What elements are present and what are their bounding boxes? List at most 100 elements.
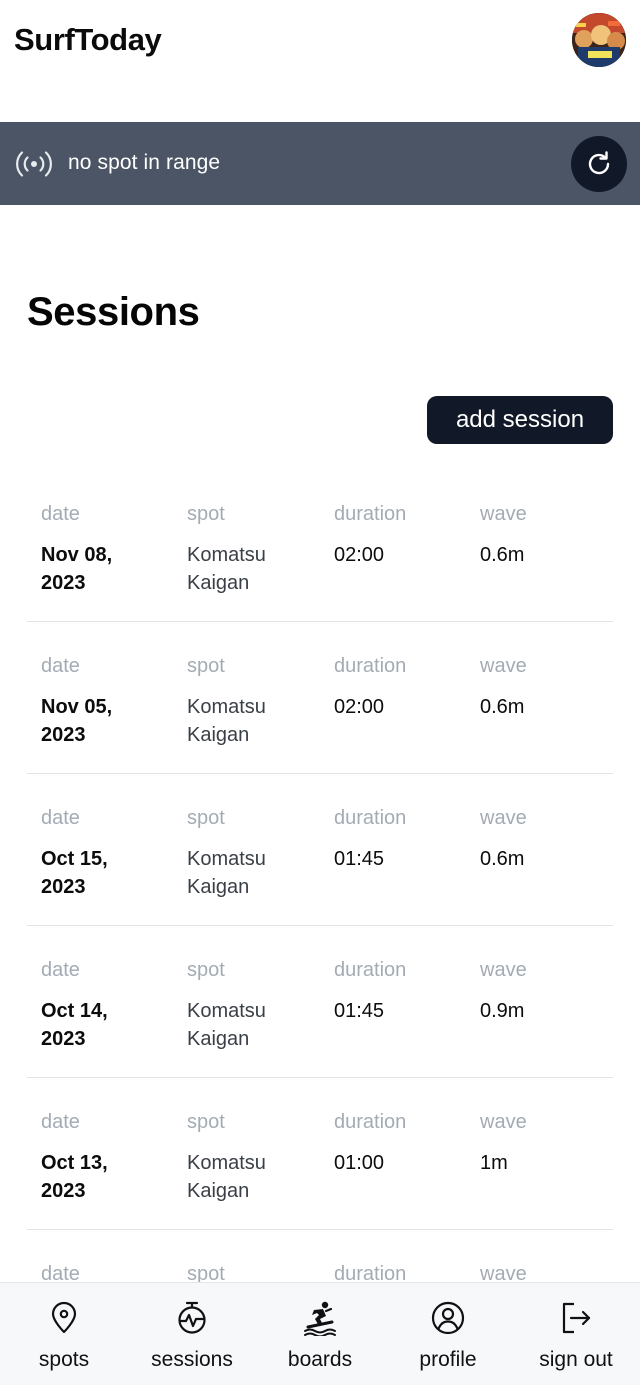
date-cell: date Oct 13, 2023 xyxy=(41,1109,181,1205)
spot-column-label: spot xyxy=(187,503,225,525)
session-row[interactable]: date Oct 15, 2023 spot Komatsu Kaigan du… xyxy=(27,774,613,926)
session-date: Nov 05, 2023 xyxy=(41,693,181,749)
session-row[interactable]: date Oct 13, 2023 spot Komatsu Kaigan du… xyxy=(27,1078,613,1230)
spot-cell: spot Komatsu Kaigan xyxy=(187,1109,327,1205)
session-date: Oct 15, 2023 xyxy=(41,845,181,901)
session-duration: 02:00 xyxy=(334,544,385,566)
date-cell: date Nov 05, 2023 xyxy=(41,653,181,749)
spot-cell: spot Komatsu Kaigan xyxy=(187,653,327,749)
session-date-month-day: Nov 05, xyxy=(41,696,113,718)
wave-column-label: wave xyxy=(480,807,527,829)
session-spot: Komatsu Kaigan xyxy=(187,1149,327,1205)
session-spot-line1: Komatsu xyxy=(187,848,266,870)
duration-cell: duration 02:00 xyxy=(334,501,474,569)
wave-column-label: wave xyxy=(480,503,527,525)
date-cell: date Oct 14, 2023 xyxy=(41,957,181,1053)
app-header: SurfToday xyxy=(0,0,640,82)
nav-item-sign-out[interactable]: sign out xyxy=(512,1283,640,1385)
wave-column-label: wave xyxy=(480,959,527,981)
avatar[interactable] xyxy=(572,13,626,67)
nav-item-sessions[interactable]: sessions xyxy=(128,1283,256,1385)
session-date-year: 2023 xyxy=(41,572,86,594)
spot-column-label: spot xyxy=(187,1111,225,1133)
wave-cell: wave 0.6m xyxy=(480,805,613,873)
session-spot-line1: Komatsu xyxy=(187,544,266,566)
date-column-label: date xyxy=(41,1111,80,1133)
wave-column-label: wave xyxy=(480,1111,527,1133)
session-row[interactable]: date Nov 08, 2023 spot Komatsu Kaigan du… xyxy=(27,470,613,622)
spot-cell: spot Komatsu Kaigan xyxy=(187,805,327,901)
session-spot: Komatsu Kaigan xyxy=(187,541,327,597)
duration-column-label: duration xyxy=(334,1111,407,1133)
nav-item-spots[interactable]: spots xyxy=(0,1283,128,1385)
session-duration: 01:00 xyxy=(334,1152,385,1174)
session-date-month-day: Oct 13, xyxy=(41,1152,108,1174)
date-column-label: date xyxy=(41,503,80,525)
session-spot-line1: Komatsu xyxy=(187,696,266,718)
session-date-month-day: Nov 08, xyxy=(41,544,113,566)
wave-cell: wave 0.6m xyxy=(480,501,613,569)
add-session-button[interactable]: add session xyxy=(427,396,613,444)
session-wave: 1m xyxy=(480,1152,508,1174)
wave-cell: wave xyxy=(480,1261,613,1282)
session-spot: Komatsu Kaigan xyxy=(187,693,327,749)
date-column-label: date xyxy=(41,807,80,829)
bottom-nav: spots sessions boards profile sign out xyxy=(0,1282,640,1385)
session-spot-line2: Kaigan xyxy=(187,572,250,594)
session-duration: 02:00 xyxy=(334,696,385,718)
spot-cell: spot xyxy=(187,1261,327,1282)
session-date-year: 2023 xyxy=(41,724,86,746)
session-wave: 0.6m xyxy=(480,696,525,718)
duration-column-label: duration xyxy=(334,959,407,981)
nav-label-spots: spots xyxy=(38,1348,90,1371)
page-title: Sessions xyxy=(27,290,200,334)
app-title: SurfToday xyxy=(14,22,162,57)
session-date-year: 2023 xyxy=(41,1028,86,1050)
spot-column-label: spot xyxy=(187,655,225,677)
sign-out-icon xyxy=(558,1300,594,1336)
session-wave: 0.6m xyxy=(480,544,525,566)
wave-cell: wave 1m xyxy=(480,1109,613,1177)
duration-cell: duration 01:00 xyxy=(334,1109,474,1177)
session-date: Oct 14, 2023 xyxy=(41,997,181,1053)
nav-item-profile[interactable]: profile xyxy=(384,1283,512,1385)
duration-cell: duration 01:45 xyxy=(334,805,474,873)
refresh-icon xyxy=(588,151,610,175)
session-row[interactable]: date Nov 05, 2023 spot Komatsu Kaigan du… xyxy=(27,622,613,774)
stopwatch-activity-icon xyxy=(174,1300,210,1336)
session-spot-line1: Komatsu xyxy=(187,1152,266,1174)
session-date-month-day: Oct 14, xyxy=(41,1000,108,1022)
session-spot-line1: Komatsu xyxy=(187,1000,266,1022)
sessions-list: date Nov 08, 2023 spot Komatsu Kaigan du… xyxy=(27,470,613,1282)
date-cell: date Nov 08, 2023 xyxy=(41,501,181,597)
duration-cell: duration xyxy=(334,1261,474,1282)
wave-cell: wave 0.9m xyxy=(480,957,613,1025)
session-date: Oct 13, 2023 xyxy=(41,1149,181,1205)
duration-cell: duration 02:00 xyxy=(334,653,474,721)
duration-cell: duration 01:45 xyxy=(334,957,474,1025)
wave-column-label: wave xyxy=(480,1263,527,1282)
duration-column-label: duration xyxy=(334,807,407,829)
date-cell: date Oct 15, 2023 xyxy=(41,805,181,901)
spot-column-label: spot xyxy=(187,959,225,981)
date-cell: date xyxy=(41,1261,181,1282)
date-column-label: date xyxy=(41,1263,80,1282)
nav-item-boards[interactable]: boards xyxy=(256,1283,384,1385)
spot-status-text: no spot in range xyxy=(68,151,221,174)
refresh-button[interactable] xyxy=(571,136,627,192)
session-row[interactable]: date Oct 14, 2023 spot Komatsu Kaigan du… xyxy=(27,926,613,1078)
date-column-label: date xyxy=(41,959,80,981)
nav-label-sign-out: sign out xyxy=(539,1348,613,1371)
session-spot-line2: Kaigan xyxy=(187,1028,250,1050)
session-row[interactable]: date spot duration wave xyxy=(27,1230,613,1282)
spot-column-label: spot xyxy=(187,1263,225,1282)
session-spot-line2: Kaigan xyxy=(187,1180,250,1202)
session-spot-line2: Kaigan xyxy=(187,724,250,746)
session-wave: 0.9m xyxy=(480,1000,525,1022)
spot-cell: spot Komatsu Kaigan xyxy=(187,501,327,597)
date-column-label: date xyxy=(41,655,80,677)
broadcast-signal-icon xyxy=(16,147,52,181)
wave-column-label: wave xyxy=(480,655,527,677)
session-date-year: 2023 xyxy=(41,876,86,898)
session-spot: Komatsu Kaigan xyxy=(187,845,327,901)
